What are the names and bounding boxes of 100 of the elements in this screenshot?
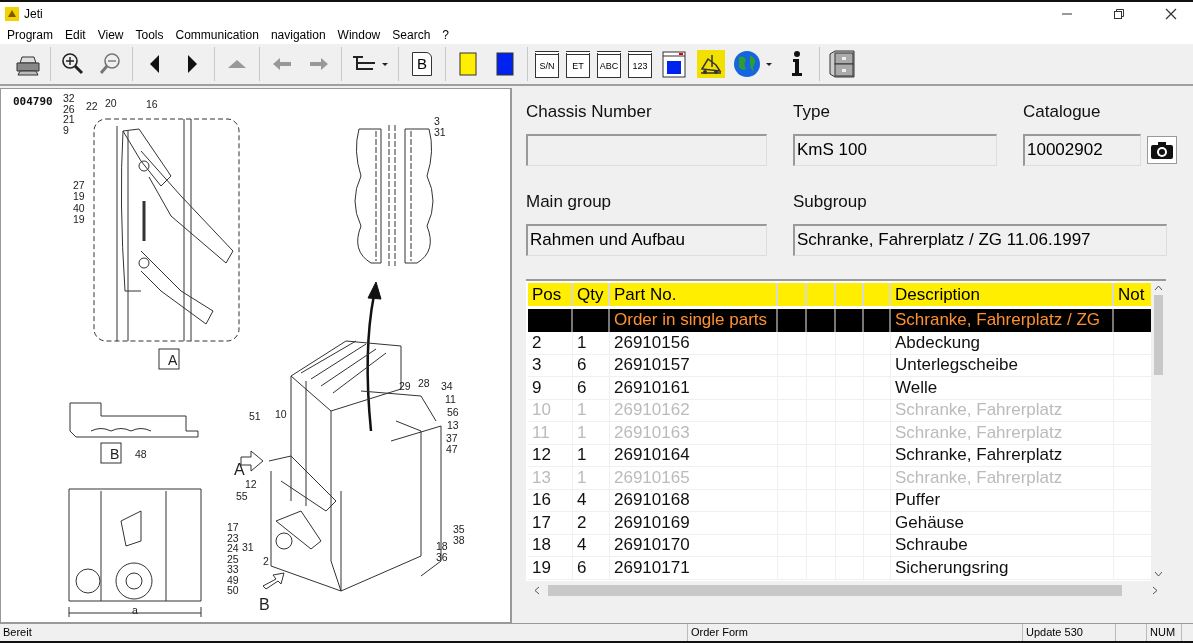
callout-number: 11 bbox=[445, 393, 456, 405]
tab-document-button[interactable]: S/N bbox=[535, 50, 559, 78]
table-row[interactable]: 9 6 26910161 Welle bbox=[528, 376, 1153, 399]
menu-item[interactable]: Search bbox=[392, 28, 431, 42]
camera-button[interactable] bbox=[1147, 136, 1177, 164]
table-cell: Order in single parts bbox=[610, 309, 778, 332]
table-cell: 26910161 bbox=[610, 376, 778, 400]
table-cell: 26910168 bbox=[610, 489, 778, 512]
callout-number: 34 bbox=[441, 380, 453, 392]
status-text: Update 530 bbox=[1023, 624, 1116, 641]
callout-number: 10 bbox=[275, 408, 287, 420]
menu-item[interactable]: Program bbox=[7, 28, 53, 42]
table-cell: 11 bbox=[528, 421, 573, 445]
column-header[interactable]: Not bbox=[1114, 283, 1153, 306]
restore-icon[interactable] bbox=[1113, 8, 1125, 20]
text-field[interactable]: Schranke, Fahrerplatz / ZG 11.06.1997 bbox=[793, 224, 1167, 256]
scroll-thumb[interactable] bbox=[548, 584, 1122, 596]
table-cell: 26910165 bbox=[610, 466, 778, 490]
text-field[interactable]: KmS 100 bbox=[793, 134, 997, 166]
document-button[interactable]: B bbox=[412, 52, 432, 76]
table-row[interactable]: 3 6 26910157 Unterlegscheibe bbox=[528, 354, 1153, 377]
menu-item[interactable]: View bbox=[97, 28, 124, 42]
scroll-thumb[interactable] bbox=[1154, 295, 1163, 375]
table-row[interactable]: 2 1 26910156 Abdeckung bbox=[528, 331, 1153, 354]
callout-number: 55 bbox=[236, 490, 248, 502]
callout-number: 32 26 21 9 bbox=[63, 92, 75, 136]
table-cell: Schranke, Fahrerplatz bbox=[891, 399, 1114, 422]
view-label: B bbox=[259, 596, 270, 613]
callout-number: 31 bbox=[242, 541, 254, 553]
table-cell: Sicherungsring bbox=[891, 556, 1114, 580]
table-cell: Abdeckung bbox=[891, 331, 1114, 355]
table-cell: 26910163 bbox=[610, 421, 778, 445]
menu-item[interactable]: Window bbox=[337, 28, 381, 42]
column-header[interactable]: Part No. bbox=[610, 283, 778, 306]
callout-number: 56 bbox=[447, 406, 459, 418]
callout-number: 35 38 bbox=[453, 523, 465, 546]
table-cell: 26910169 bbox=[610, 511, 778, 535]
callout-number: 3 31 bbox=[434, 115, 446, 138]
cabinet-icon[interactable] bbox=[827, 49, 857, 79]
view-label: A bbox=[168, 352, 178, 368]
table-cell: 18 bbox=[528, 534, 573, 557]
column-header[interactable]: Pos bbox=[528, 283, 573, 306]
window-title: Jeti bbox=[24, 7, 43, 21]
menu-item[interactable]: Edit bbox=[65, 28, 86, 42]
table-cell: Gehäuse bbox=[891, 511, 1114, 535]
callout-number: 20 bbox=[105, 97, 117, 109]
table-cell: 1 bbox=[573, 421, 610, 445]
table-row[interactable]: 18 4 26910170 Schraube bbox=[528, 534, 1153, 557]
tab-document-button[interactable]: ET bbox=[566, 50, 590, 78]
menu-item[interactable]: Tools bbox=[135, 28, 164, 42]
table-cell: 1 bbox=[573, 466, 610, 490]
table-cell: 10 bbox=[528, 399, 573, 422]
table-cell: 26910156 bbox=[610, 331, 778, 355]
table-cell: Schranke, Fahrerplatz bbox=[891, 421, 1114, 445]
close-icon[interactable] bbox=[1165, 8, 1177, 20]
table-cell: 6 bbox=[573, 354, 610, 377]
table-cell: Schraube bbox=[891, 534, 1114, 557]
table-cell: 3 bbox=[528, 354, 573, 377]
table-row[interactable]: 19 6 26910171 Sicherungsring bbox=[528, 556, 1153, 579]
menu-item[interactable]: ? bbox=[442, 28, 449, 42]
view-label-frame bbox=[100, 442, 122, 464]
table-cell: 26910170 bbox=[610, 534, 778, 557]
scroll-right-icon[interactable] bbox=[1152, 585, 1158, 595]
tab-document-button[interactable]: 123 bbox=[628, 50, 652, 78]
text-field[interactable] bbox=[526, 134, 767, 166]
status-text: NUM bbox=[1147, 624, 1182, 641]
scroll-down-icon[interactable] bbox=[1154, 571, 1163, 577]
menu-item[interactable]: Communication bbox=[175, 28, 259, 42]
globe-dropdown-icon[interactable] bbox=[733, 49, 775, 79]
table-row[interactable]: 12 1 26910164 Schranke, Fahrerplatz bbox=[528, 444, 1153, 467]
table-cell: 4 bbox=[573, 489, 610, 512]
app-icon bbox=[5, 7, 19, 21]
scroll-left-icon[interactable] bbox=[534, 585, 540, 595]
view-label-frame bbox=[158, 348, 180, 370]
callout-number: 27 19 bbox=[73, 179, 85, 202]
group-row[interactable]: Order in single parts Schranke, Fahrerplatz / ZG bbox=[528, 309, 1153, 332]
callout-number: 29 bbox=[399, 380, 411, 392]
field-label: Type bbox=[793, 102, 831, 122]
view-label: B bbox=[110, 446, 120, 462]
table-row[interactable]: 16 4 26910168 Puffer bbox=[528, 489, 1153, 512]
tab-document-button[interactable]: ABC bbox=[597, 50, 621, 78]
status-text: Order Form bbox=[687, 624, 1023, 641]
callout-number: 2 bbox=[263, 555, 269, 567]
table-cell: Unterlegscheibe bbox=[891, 354, 1114, 377]
drawing-number: 004790 bbox=[13, 95, 53, 108]
menu-item[interactable]: navigation bbox=[270, 28, 326, 42]
table-cell: 26910157 bbox=[610, 354, 778, 377]
callout-number: 37 47 bbox=[446, 432, 458, 455]
callout-number: 17 23 24 25 33 49 50 bbox=[227, 521, 239, 596]
text-field[interactable]: Rahmen und Aufbau bbox=[526, 224, 767, 256]
column-header[interactable]: Description bbox=[891, 283, 1114, 306]
table-cell: 19 bbox=[528, 556, 573, 580]
table-row[interactable]: 17 2 26910169 Gehäuse bbox=[528, 511, 1153, 534]
table-cell: 1 bbox=[573, 399, 610, 422]
column-header[interactable]: Qty bbox=[573, 283, 610, 306]
callout-number: 12 bbox=[245, 478, 257, 490]
document-icon[interactable] bbox=[659, 49, 689, 79]
scroll-up-icon[interactable] bbox=[1154, 285, 1163, 291]
text-field[interactable]: 10002902 bbox=[1023, 134, 1141, 166]
table-cell: Welle bbox=[891, 376, 1114, 400]
